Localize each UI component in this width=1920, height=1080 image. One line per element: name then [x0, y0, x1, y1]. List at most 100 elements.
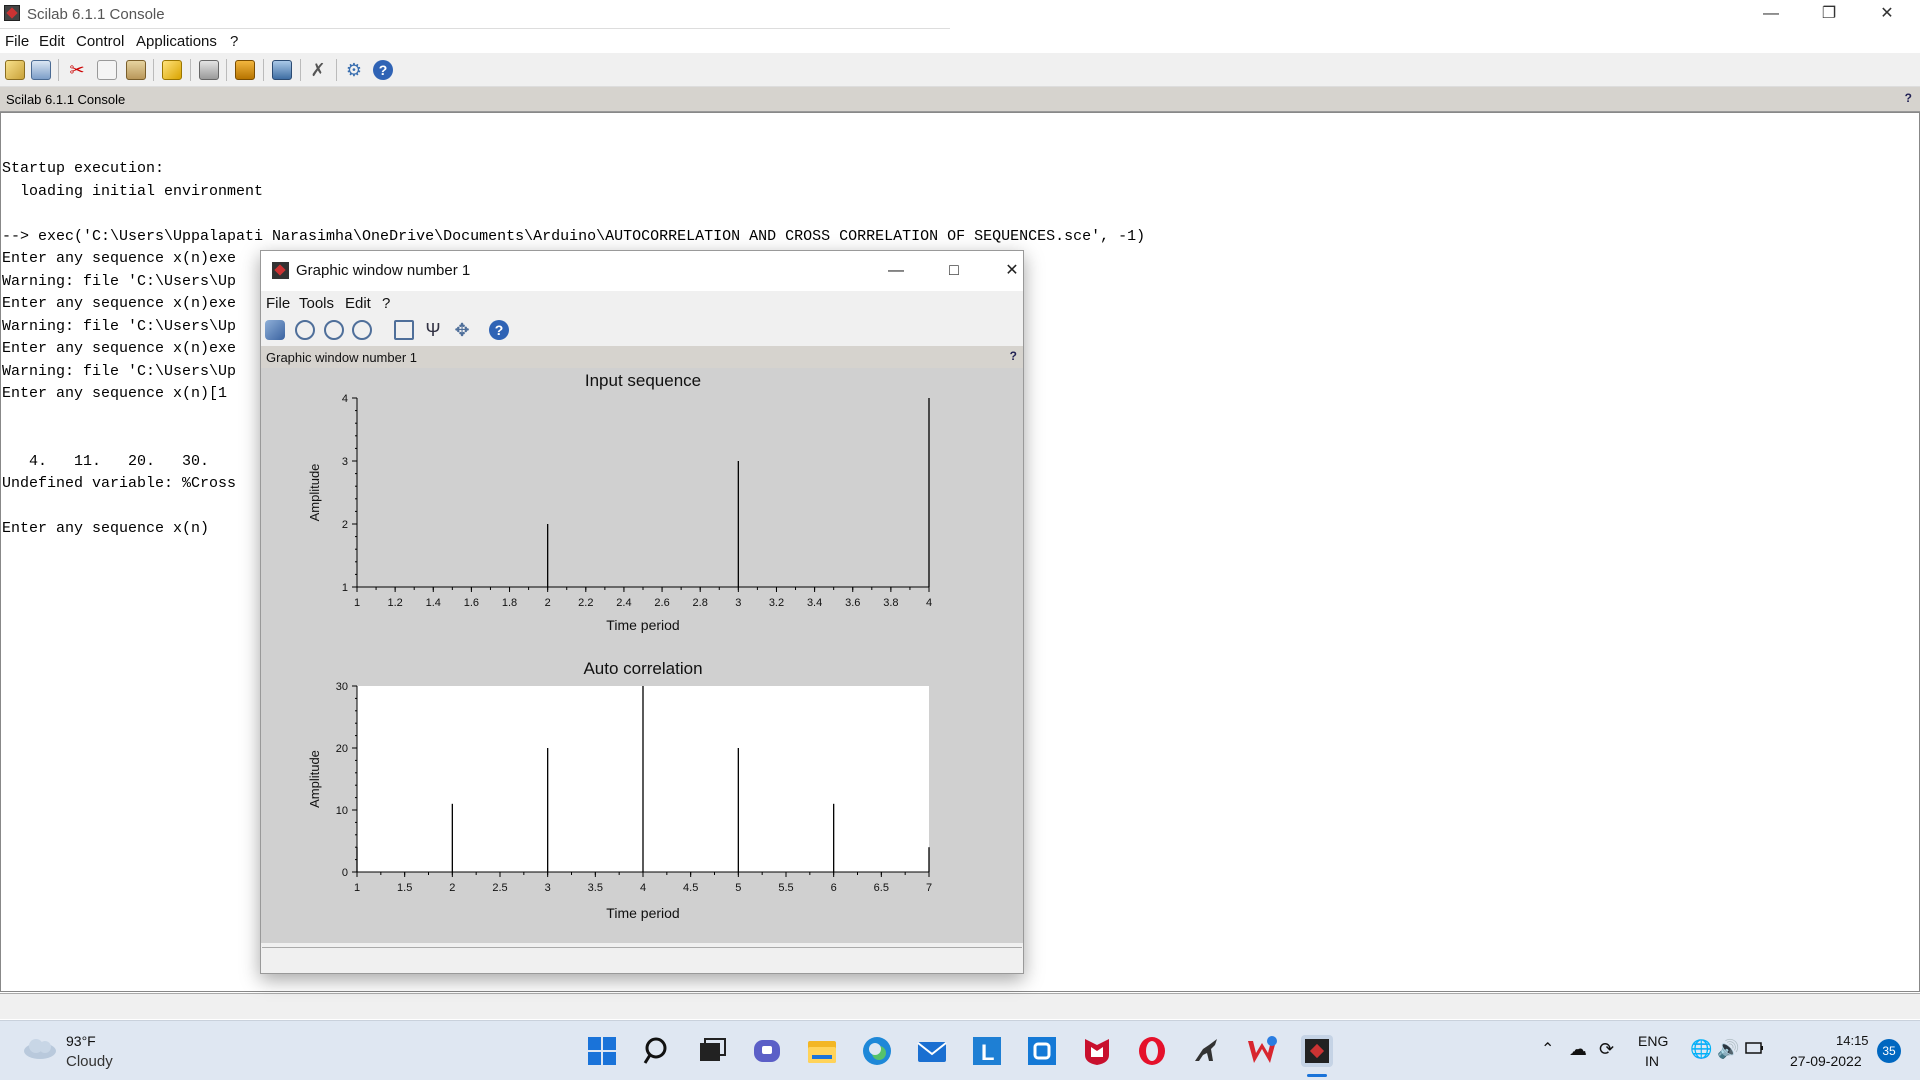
scilab-icon — [4, 5, 20, 21]
dino-app-icon[interactable] — [1191, 1035, 1223, 1067]
x-tick-label: 2.5 — [492, 882, 507, 894]
title-bar: Scilab 6.1.1 Console — ❐ ✕ — [0, 0, 1920, 29]
open-file-icon[interactable] — [31, 60, 51, 80]
battery-icon[interactable] — [1745, 1041, 1765, 1058]
toolbar-separator — [190, 59, 191, 81]
restore-button[interactable]: ❐ — [1806, 0, 1852, 28]
console-help-icon[interactable]: ? — [1905, 91, 1912, 105]
console-line: Undefined variable: %Cross — [2, 475, 237, 492]
zoom-in-icon[interactable] — [324, 320, 344, 340]
x-tick-label: 7 — [926, 882, 932, 894]
rotate-icon[interactable] — [265, 320, 285, 340]
opera-icon[interactable] — [1136, 1035, 1168, 1067]
graphic-menu-edit[interactable]: Edit — [345, 295, 371, 312]
active-indicator — [1307, 1074, 1327, 1077]
wps-office-icon[interactable] — [1246, 1035, 1278, 1067]
plot-area[interactable]: Input sequence 1 2 3 4 1 1.2 1.4 1.6 1.8 2 2.2 2.4 2.… — [261, 368, 1023, 943]
clock-time[interactable]: 14:15 — [1836, 1033, 1869, 1048]
graphic-menu-tools[interactable]: Tools — [299, 295, 334, 312]
clear-console-icon[interactable] — [235, 60, 255, 80]
change-directory-icon[interactable] — [162, 60, 182, 80]
datatip-icon[interactable]: Ψ — [423, 320, 443, 340]
mcafee-icon[interactable] — [1081, 1035, 1113, 1067]
cut-icon[interactable]: ✂ — [67, 60, 87, 80]
teams-chat-icon[interactable] — [751, 1035, 783, 1067]
language-bottom[interactable]: IN — [1645, 1053, 1659, 1069]
toolbar-separator — [153, 59, 154, 81]
scilab-icon[interactable] — [1301, 1035, 1333, 1067]
help-icon[interactable]: ? — [489, 320, 509, 340]
notification-badge[interactable]: 35 — [1877, 1039, 1901, 1063]
onedrive-icon[interactable]: ☁ — [1569, 1039, 1587, 1060]
x-tick-label: 6.5 — [874, 882, 889, 894]
print-icon[interactable] — [199, 60, 219, 80]
minimize-button[interactable]: — — [1748, 0, 1794, 28]
taskbar: 93°F Cloudy L ⌃ ☁ ⟳ ENG IN � — [0, 1020, 1920, 1080]
toolbar-separator — [263, 59, 264, 81]
help-icon[interactable]: ? — [373, 60, 393, 80]
console-line: 4. 11. 20. 30. — [2, 453, 210, 470]
x-tick-label: 2 — [545, 597, 551, 609]
network-icon[interactable]: 🌐 — [1690, 1039, 1712, 1060]
graphic-maximize-button[interactable]: □ — [934, 257, 974, 285]
figure-icon[interactable] — [394, 320, 414, 340]
graphic-help-icon[interactable]: ? — [1010, 349, 1017, 363]
graphic-menu-help[interactable]: ? — [382, 295, 390, 312]
graphic-menu-file[interactable]: File — [266, 295, 290, 312]
menu-edit[interactable]: Edit — [39, 33, 65, 50]
module-manager-icon[interactable]: ✗ — [308, 60, 328, 80]
menu-help[interactable]: ? — [230, 33, 238, 50]
graphic-header-title: Graphic window number 1 — [266, 350, 418, 365]
console-line: Enter any sequence x(n)[1 — [2, 385, 228, 402]
x-tick-label: 3.4 — [807, 597, 822, 609]
clock-date[interactable]: 27-09-2022 — [1790, 1053, 1862, 1069]
start-icon[interactable] — [586, 1035, 618, 1067]
mail-icon[interactable] — [916, 1035, 948, 1067]
language-top[interactable]: ENG — [1638, 1033, 1668, 1049]
graphic-window-title-bar[interactable]: Graphic window number 1 — □ ✕ — [261, 251, 1023, 291]
edge-icon[interactable] — [861, 1035, 893, 1067]
menu-file[interactable]: File — [5, 33, 29, 50]
y-axis-label: Amplitude — [307, 750, 322, 808]
volume-icon[interactable]: 🔊 — [1717, 1039, 1739, 1060]
x-tick-label: 2 — [449, 882, 455, 894]
new-script-icon[interactable] — [5, 60, 25, 80]
l-app-icon[interactable]: L — [971, 1035, 1003, 1067]
x-tick-label: 1 — [354, 882, 360, 894]
search-icon[interactable] — [641, 1035, 673, 1067]
zoom-out-icon[interactable] — [352, 320, 372, 340]
status-bar — [0, 993, 1920, 1019]
console-icon[interactable] — [272, 60, 292, 80]
pan-icon[interactable]: ✥ — [452, 320, 472, 340]
copy-icon[interactable] — [97, 60, 117, 80]
weather-desc[interactable]: Cloudy — [66, 1053, 113, 1070]
file-explorer-icon[interactable] — [806, 1035, 838, 1067]
paste-icon[interactable] — [126, 60, 146, 80]
menu-control[interactable]: Control — [76, 33, 124, 50]
preferences-icon[interactable]: ⚙ — [344, 60, 364, 80]
chart-title: Auto correlation — [583, 659, 702, 678]
console-line: --> exec('C:\Users\Uppalapati Narasimha\… — [2, 228, 1146, 245]
x-tick-label: 3.6 — [845, 597, 860, 609]
x-tick-label: 2.6 — [654, 597, 669, 609]
graphic-info-bar — [262, 947, 1022, 972]
menu-applications[interactable]: Applications — [136, 33, 217, 50]
chevron-up-icon[interactable]: ⌃ — [1541, 1039, 1554, 1059]
sync-icon[interactable]: ⟳ — [1599, 1039, 1614, 1060]
graphic-minimize-button[interactable]: — — [876, 257, 916, 285]
close-button[interactable]: ✕ — [1864, 0, 1910, 28]
svg-text:L: L — [981, 1040, 994, 1065]
charts-svg: Input sequence 1 2 3 4 1 1.2 1.4 1.6 1.8 2 2.2 2.4 2.… — [307, 371, 932, 921]
graphic-window-title: Graphic window number 1 — [296, 262, 471, 279]
weather-temp[interactable]: 93°F — [66, 1033, 96, 1049]
o-app-icon[interactable] — [1026, 1035, 1058, 1067]
graphic-window[interactable]: Graphic window number 1 — □ ✕ File Tools… — [260, 250, 1024, 974]
cloud-icon[interactable] — [22, 1035, 58, 1061]
console-line: loading initial environment — [2, 183, 264, 200]
toolbar-separator — [58, 59, 59, 81]
graphic-close-button[interactable]: ✕ — [992, 257, 1032, 285]
x-axis-label: Time period — [606, 617, 679, 633]
task-view-icon[interactable] — [696, 1035, 728, 1067]
y-tick-label: 10 — [336, 805, 348, 817]
zoom-area-icon[interactable] — [295, 320, 315, 340]
